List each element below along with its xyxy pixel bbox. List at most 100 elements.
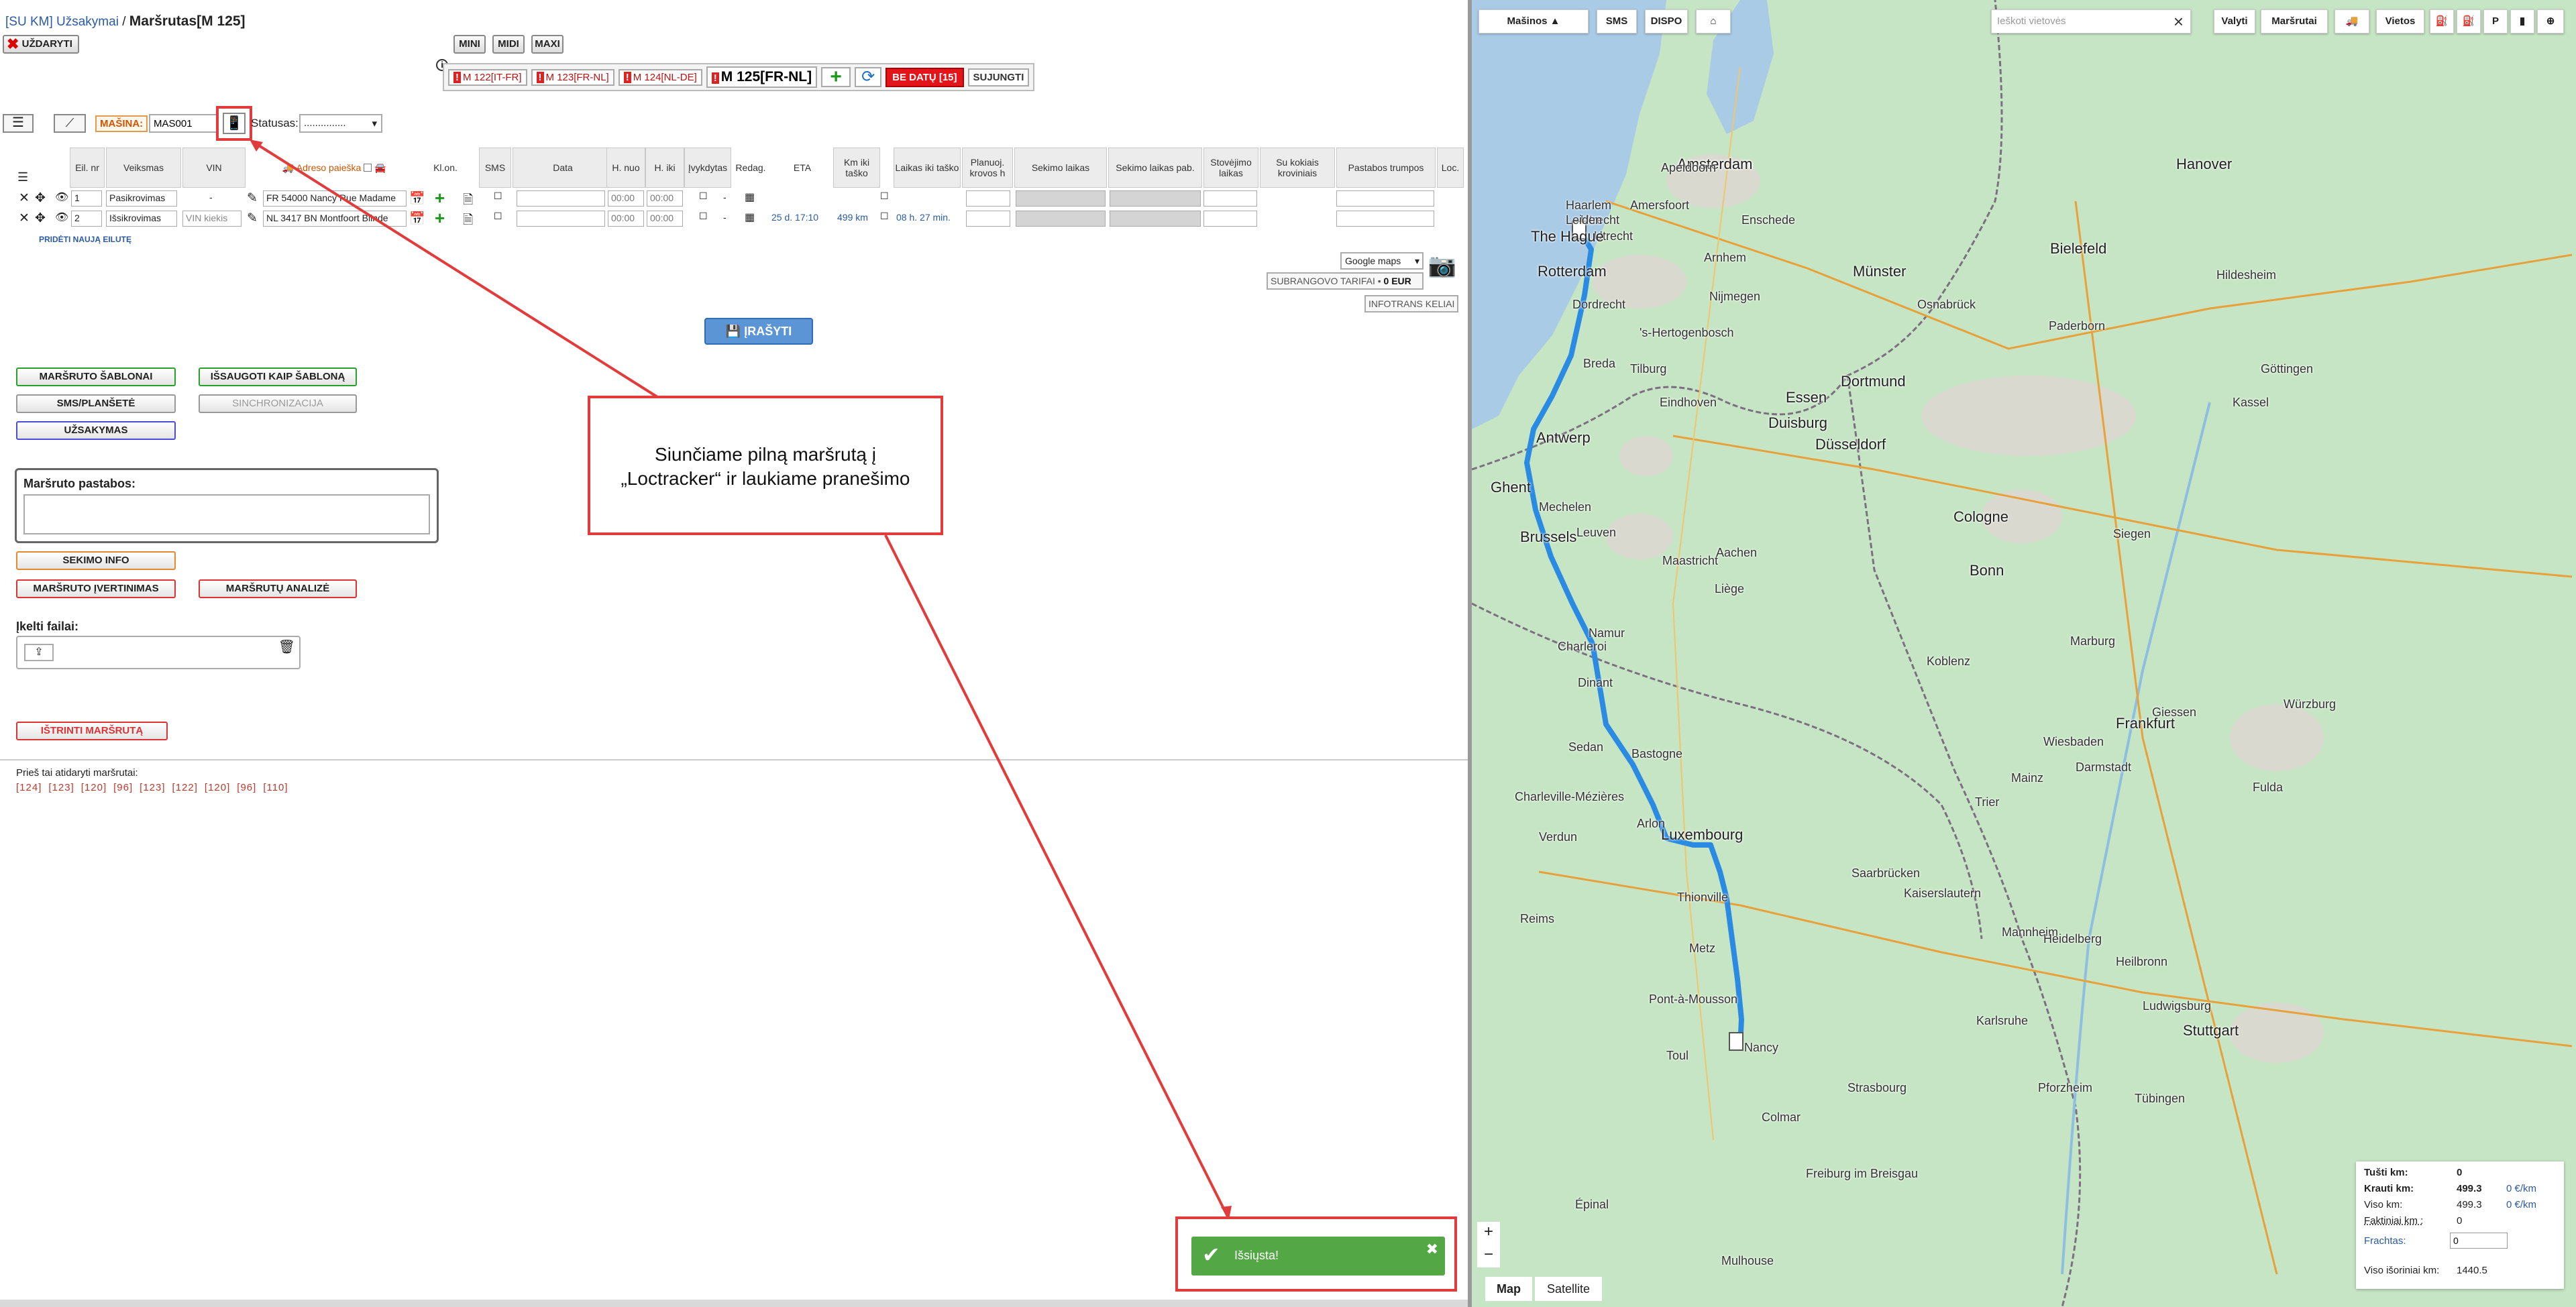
- globe-button[interactable]: ⊕: [2537, 9, 2564, 34]
- eye-icon[interactable]: 👁: [55, 211, 68, 224]
- add-route-button[interactable]: +: [821, 67, 851, 87]
- zoom-out-button[interactable]: −: [1477, 1245, 1500, 1267]
- route-templates-button[interactable]: MARŠRUTO ŠABLONAI: [16, 367, 176, 386]
- prev-route-link[interactable]: [123]: [48, 782, 74, 793]
- zoom-in-button[interactable]: +: [1477, 1222, 1500, 1245]
- move-icon[interactable]: ✥: [35, 190, 46, 206]
- row-date-input[interactable]: [517, 211, 605, 227]
- row-action-select[interactable]: Išsikrovimas: [106, 211, 177, 227]
- merge-button[interactable]: SUJUNGTI: [967, 68, 1030, 87]
- prev-route-link[interactable]: [110]: [263, 782, 288, 793]
- layers-button[interactable]: ▮: [2510, 9, 2534, 34]
- machine-input[interactable]: [149, 114, 219, 133]
- refresh-button[interactable]: ⟳: [855, 67, 882, 87]
- parking-button[interactable]: P: [2483, 9, 2508, 34]
- home-button[interactable]: ⌂: [1696, 9, 1731, 34]
- row-notes-input[interactable]: [1336, 211, 1434, 227]
- route-tab-125-active[interactable]: ! M 125[FR-NL]: [706, 66, 818, 88]
- infotrans-button[interactable]: INFOTRANS KELIAI: [1364, 295, 1458, 312]
- upload-icon[interactable]: ⇪: [24, 644, 54, 661]
- row-checkbox[interactable]: ☐: [880, 211, 889, 222]
- freight-input[interactable]: [2450, 1233, 2508, 1249]
- truck-button[interactable]: 🚚: [2334, 9, 2369, 34]
- sms-checkbox[interactable]: ☐: [494, 211, 502, 222]
- notes-textarea[interactable]: [23, 494, 430, 534]
- status-select[interactable]: ............... ▾: [299, 114, 382, 133]
- pencil-icon[interactable]: ✎: [247, 211, 258, 226]
- done-checkbox[interactable]: ☐: [699, 190, 708, 202]
- row-stop-input[interactable]: [1203, 190, 1257, 207]
- route-rating-button[interactable]: MARŠRUTO ĮVERTINIMAS: [16, 579, 176, 598]
- chart-button[interactable]: ⟋: [54, 114, 86, 133]
- row-from-input[interactable]: 00:00: [608, 211, 644, 227]
- prev-route-link[interactable]: [124]: [16, 782, 42, 793]
- trash-icon[interactable]: 🗑: [278, 638, 295, 655]
- tracking-info-button[interactable]: SEKIMO INFO: [16, 551, 176, 570]
- places-button[interactable]: Vietos: [2376, 9, 2424, 34]
- row-address-input[interactable]: NL 3417 BN Montfoort Blinde: [263, 211, 407, 227]
- row-stop-input[interactable]: [1203, 211, 1257, 227]
- document-icon[interactable]: 🗎: [463, 211, 473, 232]
- location-search-input[interactable]: Ieškoti vietovės ×: [1991, 9, 2191, 34]
- row-nr-input[interactable]: 1: [71, 190, 102, 207]
- add-stop-icon[interactable]: +: [435, 188, 445, 209]
- map-type-map[interactable]: Map: [1485, 1277, 1532, 1301]
- calendar-icon[interactable]: 📅: [409, 190, 425, 207]
- add-row-link[interactable]: PRIDĖTI NAUJĄ EILUTĘ: [39, 235, 131, 244]
- prev-route-link[interactable]: [123]: [140, 782, 165, 793]
- table-menu-icon[interactable]: ☰: [17, 170, 28, 184]
- pencil-icon[interactable]: ✎: [247, 190, 258, 206]
- row-from-input[interactable]: 00:00: [608, 190, 644, 207]
- map-type-satellite[interactable]: Satellite: [1535, 1277, 1602, 1301]
- mini-size-button[interactable]: MINI: [453, 35, 486, 54]
- row-notes-input[interactable]: [1336, 190, 1434, 207]
- route-tab-124[interactable]: ! M 124[NL-DE]: [618, 68, 702, 86]
- map-dispo-button[interactable]: DISPO: [1645, 9, 1688, 34]
- row-to-input[interactable]: 00:00: [647, 211, 683, 227]
- delete-row-icon[interactable]: ✕: [19, 211, 30, 226]
- prev-route-link[interactable]: [96]: [113, 782, 133, 793]
- route-tab-122[interactable]: ! M 122[IT-FR]: [448, 68, 527, 86]
- sms-checkbox[interactable]: ☐: [494, 190, 502, 202]
- maxi-size-button[interactable]: MAXI: [531, 35, 564, 54]
- horizontal-scrollbar[interactable]: [0, 1300, 1468, 1307]
- edit-icon[interactable]: ▦: [745, 190, 755, 204]
- calendar-icon[interactable]: 📅: [409, 211, 425, 227]
- route-analysis-button[interactable]: MARŠRUTŲ ANALIZĖ: [199, 579, 357, 598]
- save-as-template-button[interactable]: IŠSAUGOTI KAIP ŠABLONĄ: [199, 367, 357, 386]
- map-provider-select[interactable]: Google maps ▾: [1340, 252, 1424, 270]
- sms-tablet-button[interactable]: SMS/PLANŠETĖ: [16, 394, 176, 413]
- prev-route-link[interactable]: [120]: [205, 782, 230, 793]
- machines-dropdown[interactable]: Mašinos ▲: [1479, 9, 1589, 34]
- move-icon[interactable]: ✥: [35, 211, 46, 226]
- row-load-h-input[interactable]: [966, 190, 1010, 207]
- row-load-h-input[interactable]: [966, 211, 1010, 227]
- row-to-input[interactable]: 00:00: [647, 190, 683, 207]
- midi-size-button[interactable]: MIDI: [492, 35, 525, 54]
- eye-icon[interactable]: 👁: [55, 190, 68, 204]
- done-checkbox[interactable]: ☐: [699, 211, 708, 222]
- row-action-select[interactable]: Pasikrovimas: [106, 190, 177, 207]
- row-nr-input[interactable]: 2: [71, 211, 102, 227]
- clear-search-icon[interactable]: ×: [2174, 11, 2184, 32]
- camera-icon[interactable]: 📷: [1428, 252, 1457, 282]
- delete-route-button[interactable]: IŠTRINTI MARŠRUTĄ: [16, 722, 168, 740]
- row-vin-input[interactable]: VIN kiekis: [182, 211, 241, 227]
- no-dates-button[interactable]: BE DATŲ [15]: [885, 67, 964, 87]
- prev-route-link[interactable]: [120]: [81, 782, 107, 793]
- menu-button[interactable]: ☰: [3, 114, 34, 133]
- fuel-station-button[interactable]: ⛽: [2430, 9, 2454, 34]
- close-button[interactable]: ✖ UŽDARYTI: [3, 35, 79, 54]
- clear-map-button[interactable]: Valyti: [2214, 9, 2255, 34]
- map-view[interactable]: Amsterdam Utrecht Amsterdam Utrecht The …: [1472, 0, 2576, 1307]
- prev-route-link[interactable]: [122]: [172, 782, 198, 793]
- row-checkbox[interactable]: ☐: [880, 190, 889, 202]
- row-date-input[interactable]: [517, 190, 605, 207]
- prev-route-link[interactable]: [96]: [237, 782, 256, 793]
- map-sms-button[interactable]: SMS: [1597, 9, 1637, 34]
- route-tab-123[interactable]: ! M 123[FR-NL]: [531, 68, 614, 86]
- subcontractor-tariff[interactable]: SUBRANGOVO TARIFAI • 0 EUR: [1267, 272, 1424, 290]
- save-button[interactable]: 💾 ĮRAŠYTI: [704, 318, 813, 345]
- row-address-input[interactable]: FR 54000 Nancy Rue Madame: [263, 190, 407, 207]
- routes-button[interactable]: Maršrutai: [2261, 9, 2328, 34]
